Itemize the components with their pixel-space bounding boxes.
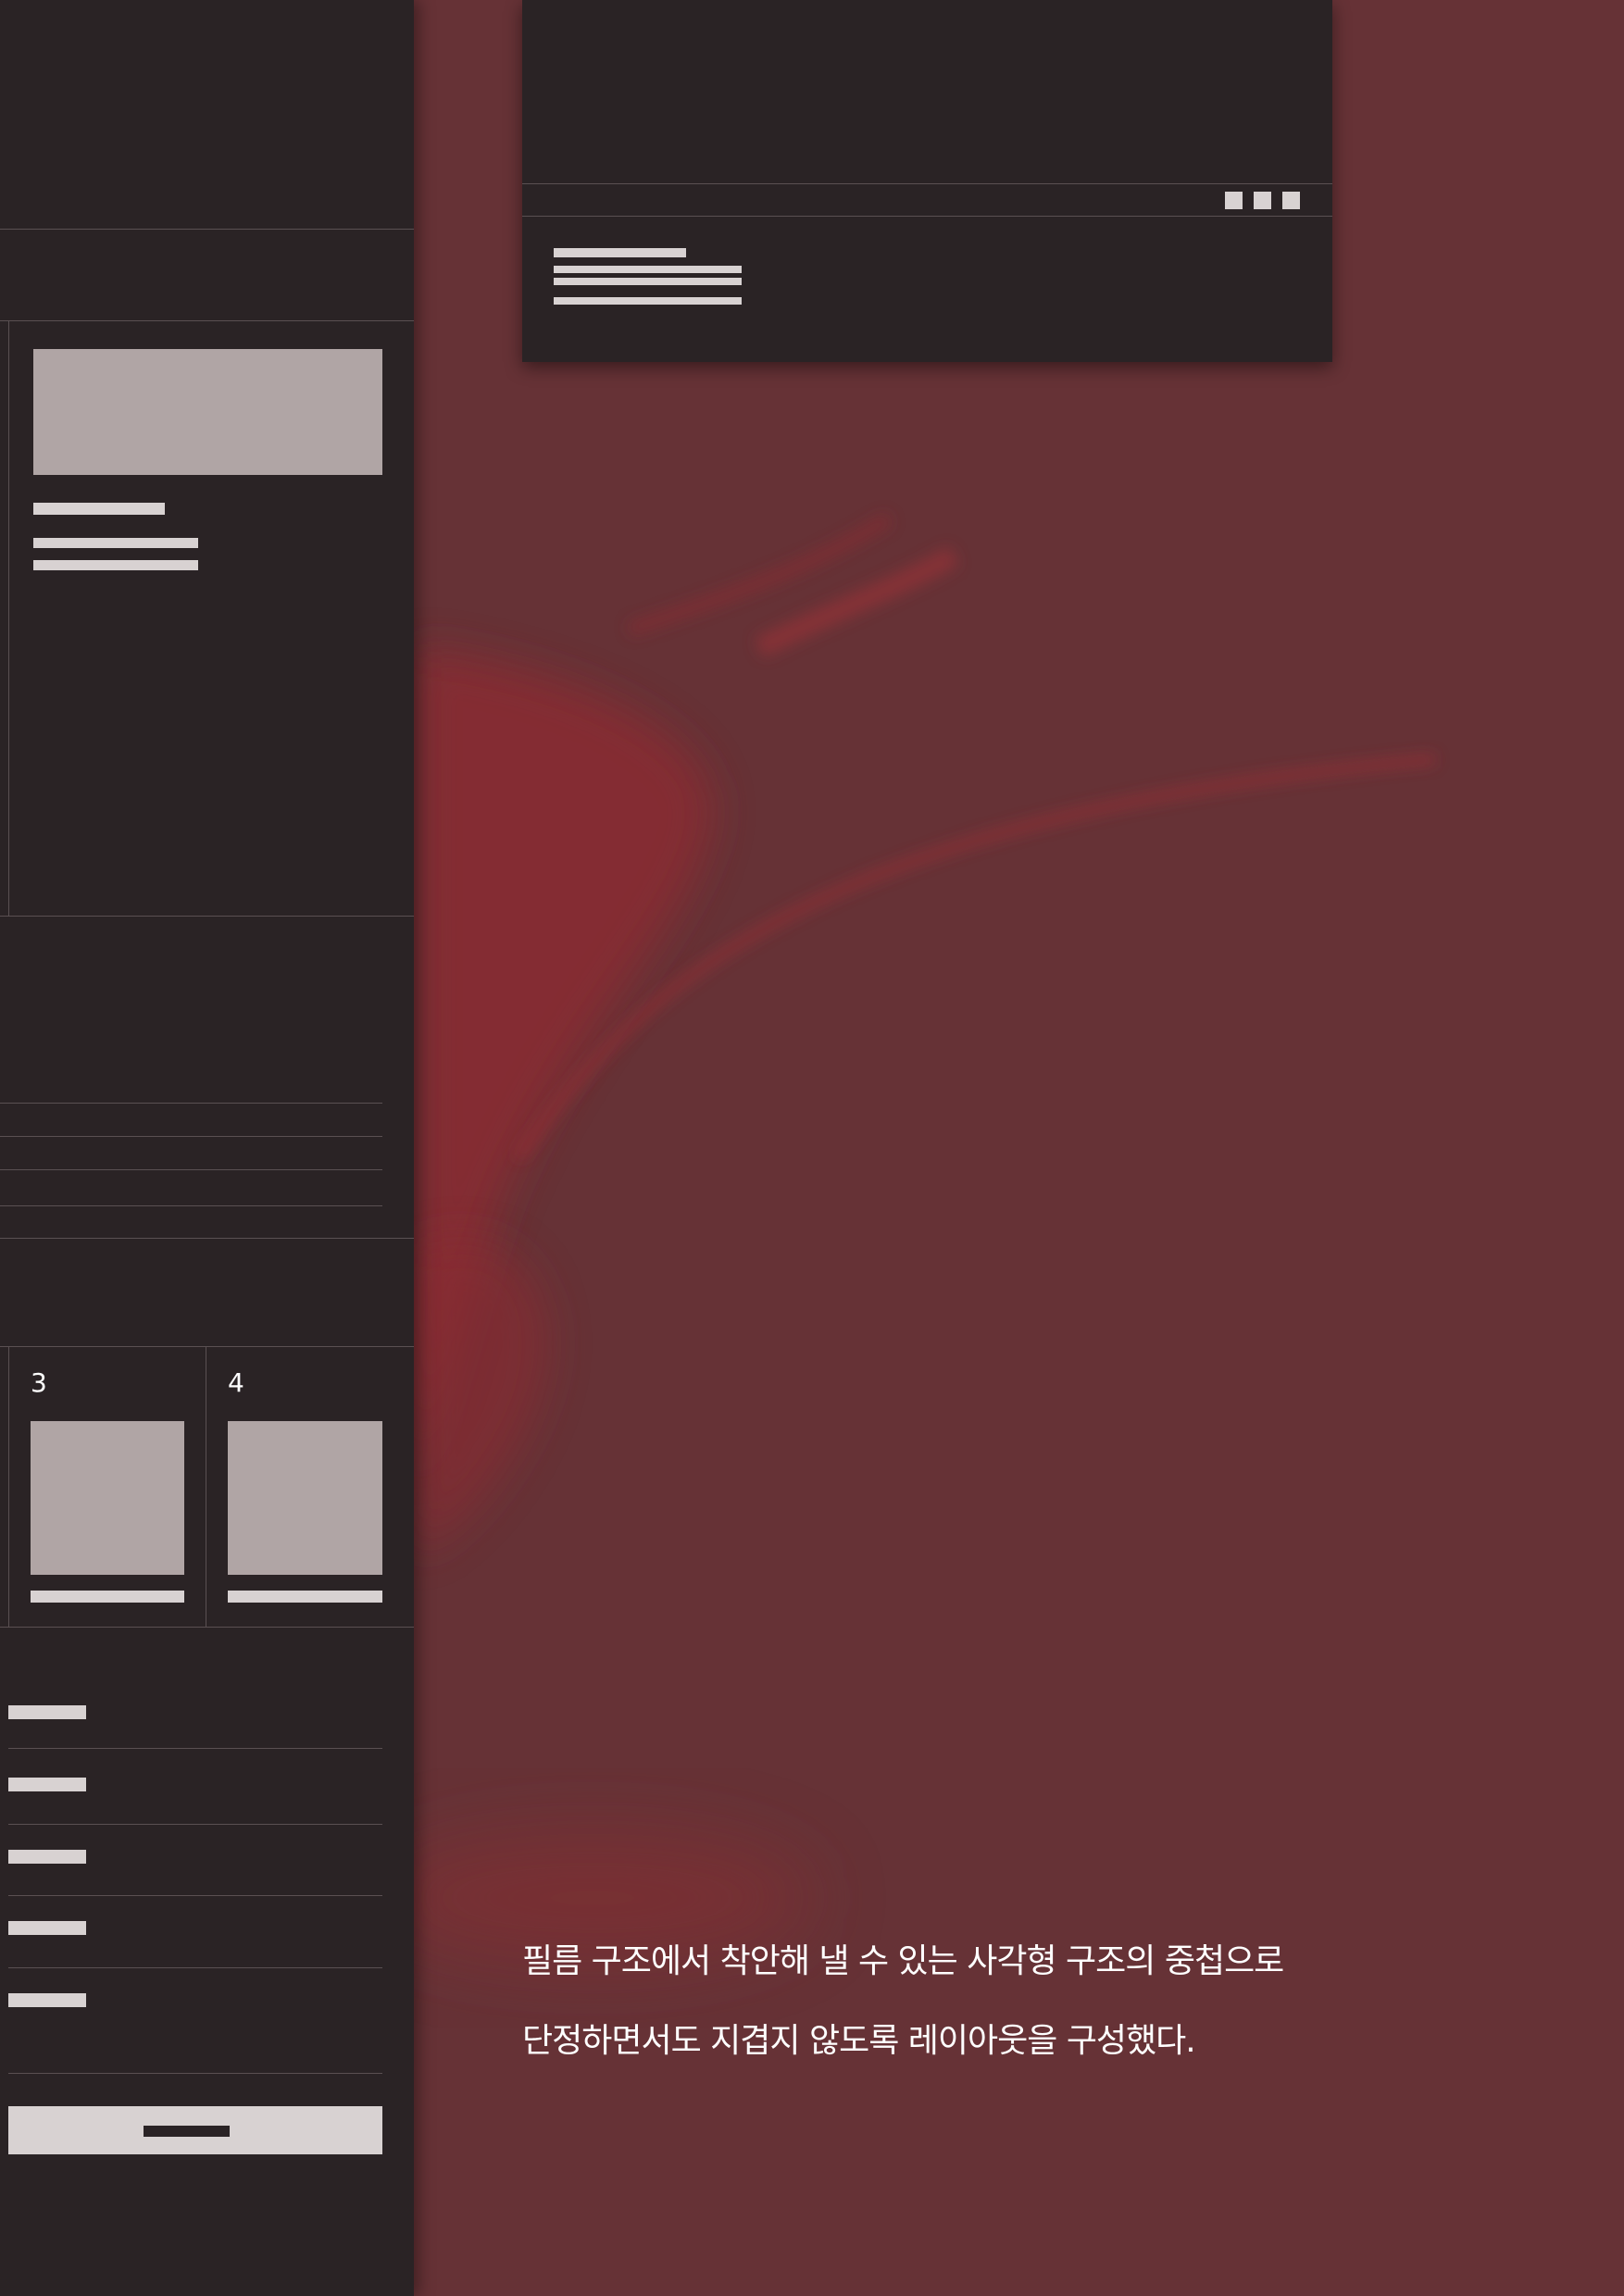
mockup-window: [522, 0, 1332, 362]
thumbnail-number: 4: [228, 1367, 244, 1398]
text-placeholder: [554, 297, 742, 305]
cta-button[interactable]: [8, 2106, 382, 2154]
text-placeholder: [33, 538, 198, 548]
divider: [0, 1346, 414, 1347]
divider: [0, 229, 414, 230]
list-divider: [0, 1136, 382, 1137]
caption: 필름 구조에서 착안해 낼 수 있는 사각형 구조의 중첩으로 단정하면서도 지…: [522, 1922, 1448, 2081]
list-divider: [0, 1103, 382, 1104]
divider: [522, 216, 1332, 217]
caption-line: 단정하면서도 지겹지 않도록 레이아웃을 구성했다.: [522, 2022, 1196, 2060]
menu-divider: [8, 1748, 382, 1749]
menu-divider: [8, 1895, 382, 1896]
thumbnail-image: [228, 1421, 382, 1575]
divider: [8, 320, 9, 916]
menu-divider: [8, 1824, 382, 1825]
divider: [0, 1627, 414, 1628]
thumbnail-number: 3: [31, 1367, 47, 1398]
list-divider: [0, 1205, 382, 1206]
left-layout-panel: 3 4: [0, 0, 414, 2296]
text-placeholder: [33, 503, 165, 515]
list-divider: [0, 1169, 382, 1170]
divider: [0, 1238, 414, 1239]
menu-divider: [8, 2073, 382, 2074]
square-icon[interactable]: [1282, 192, 1300, 209]
menu-item[interactable]: [8, 1778, 86, 1791]
menu-item[interactable]: [8, 1705, 86, 1719]
divider: [0, 320, 414, 321]
caption-line: 필름 구조에서 착안해 낼 수 있는 사각형 구조의 중첩으로: [522, 1942, 1284, 1980]
text-placeholder: [228, 1591, 382, 1603]
text-placeholder: [554, 266, 742, 273]
text-placeholder: [554, 278, 742, 285]
menu-item[interactable]: [8, 1850, 86, 1864]
menu-item[interactable]: [8, 1993, 86, 2007]
text-placeholder: [33, 560, 198, 570]
menu-divider: [8, 1967, 382, 1968]
square-icon[interactable]: [1254, 192, 1271, 209]
red-swirl-shapes: [370, 513, 1436, 1963]
menu-item[interactable]: [8, 1921, 86, 1935]
divider: [522, 183, 1332, 184]
thumbnail-image: [31, 1421, 184, 1575]
divider: [0, 916, 414, 917]
text-placeholder: [554, 248, 686, 257]
image-placeholder: [33, 349, 382, 475]
divider: [8, 1346, 9, 1627]
square-icon[interactable]: [1225, 192, 1243, 209]
cta-label-placeholder: [144, 2126, 230, 2137]
text-placeholder: [31, 1591, 184, 1603]
